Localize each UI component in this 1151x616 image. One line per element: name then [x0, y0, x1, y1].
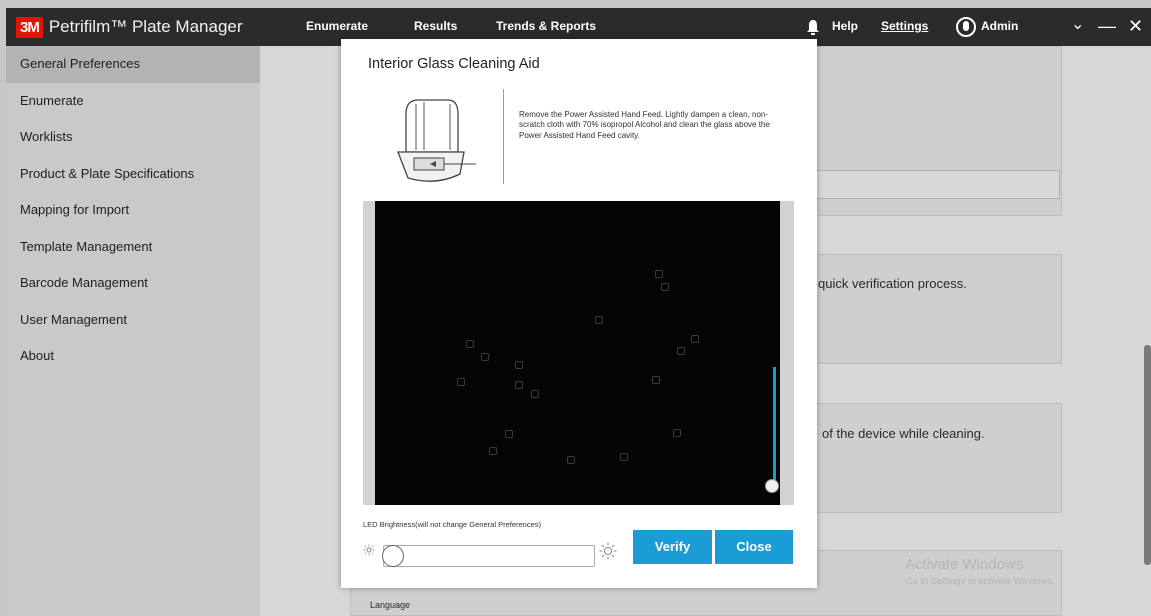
- glass-spot: [481, 353, 489, 361]
- led-brightness-slider-handle[interactable]: [382, 545, 404, 567]
- sidebar-item-template-management[interactable]: Template Management: [6, 229, 260, 266]
- sidebar-item-product-plate-specifications[interactable]: Product & Plate Specifications: [6, 156, 260, 193]
- cleaning-instructions: Remove the Power Assisted Hand Feed. Lig…: [519, 110, 770, 140]
- glass-spot: [505, 430, 513, 438]
- brand-logo: 3M: [16, 16, 43, 38]
- nav-results[interactable]: Results: [414, 19, 457, 33]
- dialog-title: Interior Glass Cleaning Aid: [368, 56, 540, 72]
- sidebar-item-user-management[interactable]: User Management: [6, 302, 260, 339]
- user-avatar-icon[interactable]: [956, 17, 976, 37]
- vertical-slider-handle[interactable]: [765, 479, 779, 493]
- user-name[interactable]: Admin: [981, 19, 1018, 33]
- nav-enumerate[interactable]: Enumerate: [306, 19, 368, 33]
- settings-link[interactable]: Settings: [881, 19, 928, 33]
- scrollbar-thumb[interactable]: [1144, 345, 1151, 565]
- glass-spot: [457, 378, 465, 386]
- nav-trends-reports[interactable]: Trends & Reports: [496, 19, 596, 33]
- glass-spot: [531, 390, 539, 398]
- sidebar-item-barcode-management[interactable]: Barcode Management: [6, 265, 260, 302]
- sidebar: General Preferences Enumerate Worklists …: [6, 46, 260, 616]
- camera-frame: [363, 201, 794, 505]
- sidebar-item-mapping-for-import[interactable]: Mapping for Import: [6, 192, 260, 229]
- glass-spot: [652, 376, 660, 384]
- minimize-icon[interactable]: —: [1098, 16, 1116, 37]
- led-brightness-slider[interactable]: [382, 545, 595, 567]
- sidebar-item-about[interactable]: About: [6, 338, 260, 375]
- glass-spot: [661, 283, 669, 291]
- windows-watermark-title: Activate Windows: [905, 556, 1024, 573]
- glass-spot: [515, 361, 523, 369]
- close-window-icon[interactable]: ✕: [1128, 16, 1143, 37]
- brightness-low-icon: [363, 544, 375, 556]
- glass-spot: [673, 429, 681, 437]
- chevron-down-icon[interactable]: ⌄: [1071, 14, 1084, 34]
- glass-spot: [466, 340, 474, 348]
- app-title: Petrifilm™ Plate Manager: [48, 17, 243, 36]
- glass-spot: [677, 347, 685, 355]
- brightness-high-icon: [599, 542, 617, 560]
- led-brightness-label: LED Brightness(will not change General P…: [363, 520, 542, 529]
- glass-spot: [691, 335, 699, 343]
- glass-spot: [489, 447, 497, 455]
- glass-spot: [567, 456, 575, 464]
- help-link[interactable]: Help: [832, 19, 858, 33]
- language-label: Language: [370, 600, 411, 610]
- divider: [503, 89, 504, 184]
- glass-spot: [595, 316, 603, 324]
- glass-spot: [515, 381, 523, 389]
- sidebar-item-general-preferences[interactable]: General Preferences: [6, 46, 260, 83]
- cleaning-text: of the device while cleaning.: [822, 426, 985, 441]
- verify-button[interactable]: Verify: [633, 530, 712, 564]
- camera-preview: [375, 201, 780, 505]
- windows-watermark-subtitle: Go to Settings to activate Windows.: [905, 576, 1055, 587]
- vertical-slider-track[interactable]: [773, 367, 776, 487]
- glass-cleaning-dialog: Interior Glass Cleaning Aid Remove the P…: [341, 39, 817, 588]
- sidebar-item-enumerate[interactable]: Enumerate: [6, 83, 260, 120]
- glass-spot: [620, 453, 628, 461]
- verification-text: quick verification process.: [818, 276, 967, 291]
- close-button[interactable]: Close: [715, 530, 793, 564]
- sidebar-item-worklists[interactable]: Worklists: [6, 119, 260, 156]
- bell-icon[interactable]: [806, 19, 820, 35]
- device-illustration-icon: [397, 99, 476, 182]
- glass-spot: [655, 270, 663, 278]
